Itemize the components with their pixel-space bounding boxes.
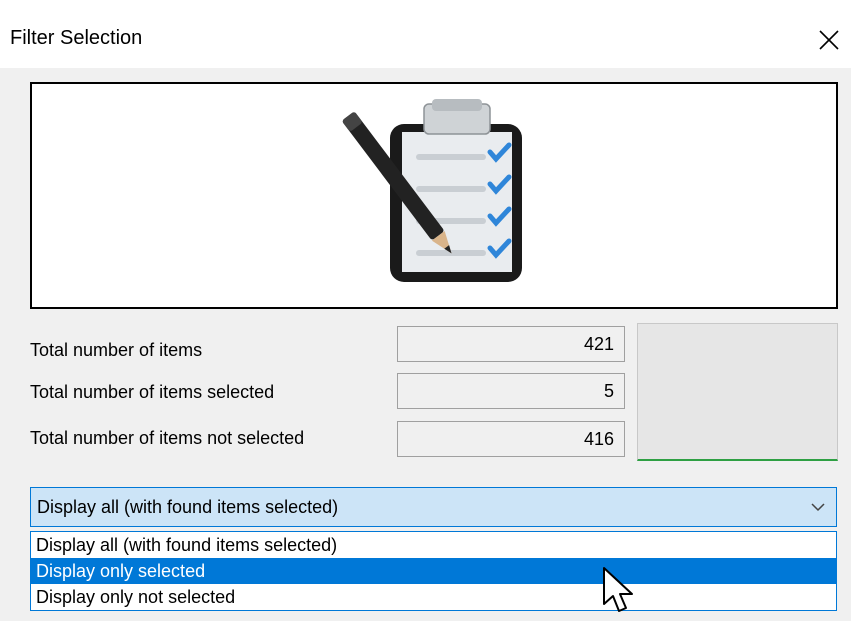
mouse-pointer-icon bbox=[603, 567, 633, 612]
selected-items-value: 5 bbox=[397, 373, 625, 409]
option-display-only-not-selected[interactable]: Display only not selected bbox=[31, 584, 836, 610]
not-selected-items-label: Total number of items not selected bbox=[30, 428, 305, 448]
display-mode-combobox[interactable]: Display all (with found items selected) bbox=[30, 487, 837, 527]
illustration-frame bbox=[30, 82, 838, 309]
option-display-only-selected[interactable]: Display only selected bbox=[31, 558, 836, 584]
display-mode-dropdown-list: Display all (with found items selected) … bbox=[30, 531, 837, 611]
preview-panel bbox=[637, 323, 838, 461]
close-button[interactable] bbox=[805, 15, 851, 61]
title-bar: Filter Selection bbox=[0, 0, 851, 68]
close-icon bbox=[819, 30, 839, 50]
total-items-value: 421 bbox=[397, 326, 625, 362]
clipboard-checklist-pencil-icon bbox=[342, 99, 522, 282]
option-display-all[interactable]: Display all (with found items selected) bbox=[31, 532, 836, 558]
total-items-label: Total number of items bbox=[30, 340, 203, 360]
filter-selection-dialog: Filter Selection Total number of items 4… bbox=[0, 0, 851, 621]
not-selected-items-value: 416 bbox=[397, 421, 625, 457]
selected-items-label: Total number of items selected bbox=[30, 382, 275, 402]
combobox-selected-value: Display all (with found items selected) bbox=[37, 497, 339, 517]
chevron-down-icon[interactable] bbox=[810, 488, 826, 526]
dialog-title: Filter Selection bbox=[10, 27, 143, 49]
